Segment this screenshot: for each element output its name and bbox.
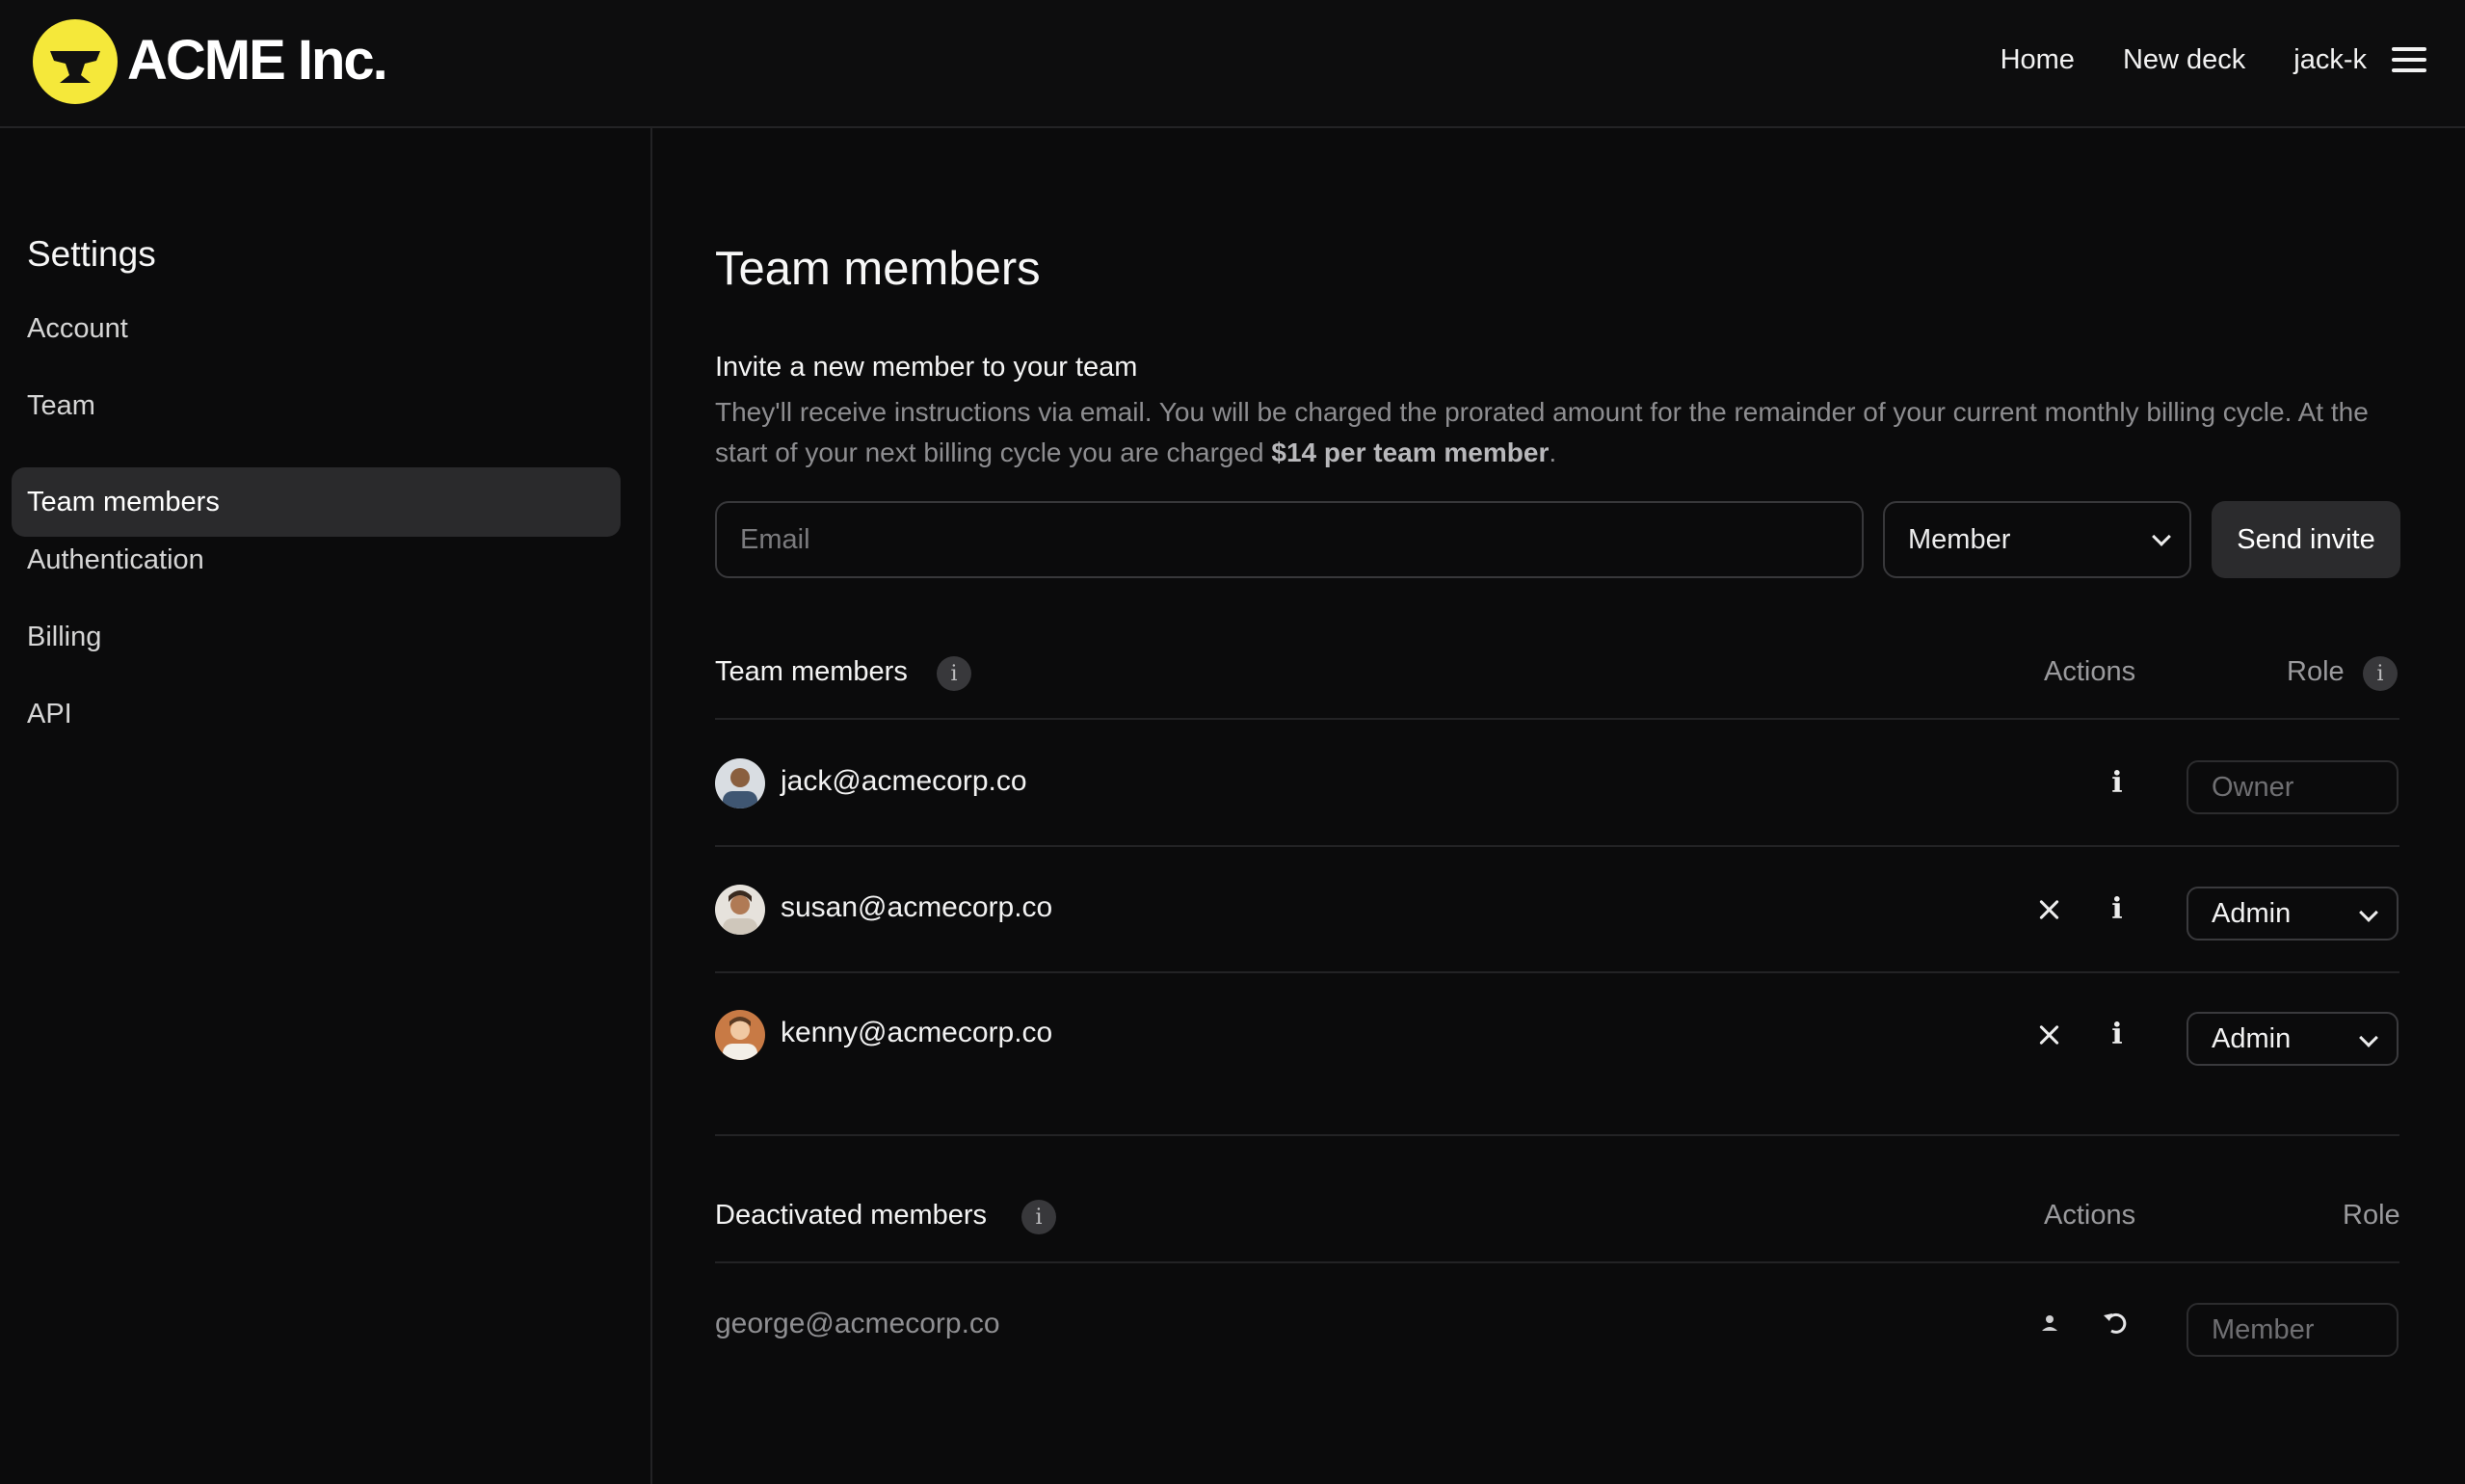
hamburger-menu-icon[interactable] [2392,47,2426,72]
member-role-readonly: Owner [2187,760,2399,814]
team-members-title: Team members [715,656,908,687]
sidebar-item-api[interactable]: API [12,679,621,749]
deactivated-members-info-icon[interactable]: i [1021,1200,1056,1234]
avatar [715,758,765,808]
settings-sidebar: Settings Account Team Team members Authe… [0,128,652,1484]
member-info-icon[interactable]: i [2103,892,2132,927]
top-nav: Home New deck jack-k [1952,0,2465,119]
member-email: kenny@acmecorp.co [781,1017,1053,1048]
sidebar-item-billing[interactable]: Billing [12,602,621,672]
team-members-header: Team members i Actions Role i [715,645,2399,702]
member-email: jack@acmecorp.co [781,765,1027,797]
invite-description: They'll receive instructions via email. … [715,392,2392,473]
member-email: susan@acmecorp.co [781,891,1053,923]
actions-column-header: Actions [2044,656,2136,687]
invite-price: $14 per team member [1271,437,1550,467]
member-role-select[interactable]: Admin [2187,887,2399,941]
remove-member-icon[interactable] [2035,1020,2064,1049]
invite-heading: Invite a new member to your team [715,352,1138,383]
member-role-readonly: Member [2187,1303,2399,1357]
role-column-header: Role [2343,1200,2400,1231]
member-role-select[interactable]: Admin [2187,1012,2399,1066]
sidebar-item-team[interactable]: Team [12,371,621,440]
user-menu-name[interactable]: jack-k [2293,44,2367,76]
nav-home-link[interactable]: Home [2001,44,2075,76]
member-role-value: Admin [2212,897,2292,929]
role-info-icon[interactable]: i [2363,656,2398,691]
nav-new-deck-link[interactable]: New deck [2123,44,2245,76]
member-email: george@acmecorp.co [715,1308,1000,1339]
deactivated-members-header: Deactivated members i Actions Role [715,1188,2400,1246]
chevron-down-icon [2359,903,2378,922]
brand-name[interactable]: ACME Inc. [127,27,388,94]
chevron-down-icon [2359,1028,2378,1047]
deactivated-member-row: george@acmecorp.co Member [715,1262,2399,1388]
top-bar: ACME Inc. Home New deck jack-k [0,0,2465,128]
restore-icon[interactable] [2100,1308,2131,1338]
invite-description-end: . [1549,437,1557,467]
deactivated-members-title: Deactivated members [715,1200,988,1231]
divider [715,1134,2399,1136]
main-content: Team members Invite a new member to your… [715,128,2400,1484]
invite-role-select[interactable]: Member [1883,501,2191,578]
invite-email-input[interactable] [715,501,1864,578]
actions-column-header: Actions [2044,1200,2136,1231]
send-invite-button[interactable]: Send invite [2212,501,2400,578]
acme-logo-icon[interactable] [33,19,118,104]
remove-member-icon[interactable] [2035,895,2064,924]
team-member-row: jack@acmecorp.co i Owner [715,720,2399,845]
member-info-icon[interactable]: i [2103,1018,2132,1052]
team-member-row: kenny@acmecorp.co i Admin [715,971,2399,1097]
member-role-value: Admin [2212,1022,2292,1054]
avatar [715,885,765,935]
sidebar-item-account[interactable]: Account [12,294,621,363]
member-info-icon[interactable]: i [2103,766,2132,801]
user-icon[interactable] [2038,1312,2061,1335]
role-column-header: Role [2287,656,2345,687]
team-members-info-icon[interactable]: i [937,656,971,691]
page-title: Team members [715,243,1041,295]
invite-role-value: Member [1908,523,2011,555]
team-member-row: susan@acmecorp.co i Admin [715,846,2399,971]
sidebar-item-authentication[interactable]: Authentication [12,525,621,595]
sidebar-title: Settings [27,234,156,274]
chevron-down-icon [2152,527,2171,546]
avatar [715,1010,765,1060]
